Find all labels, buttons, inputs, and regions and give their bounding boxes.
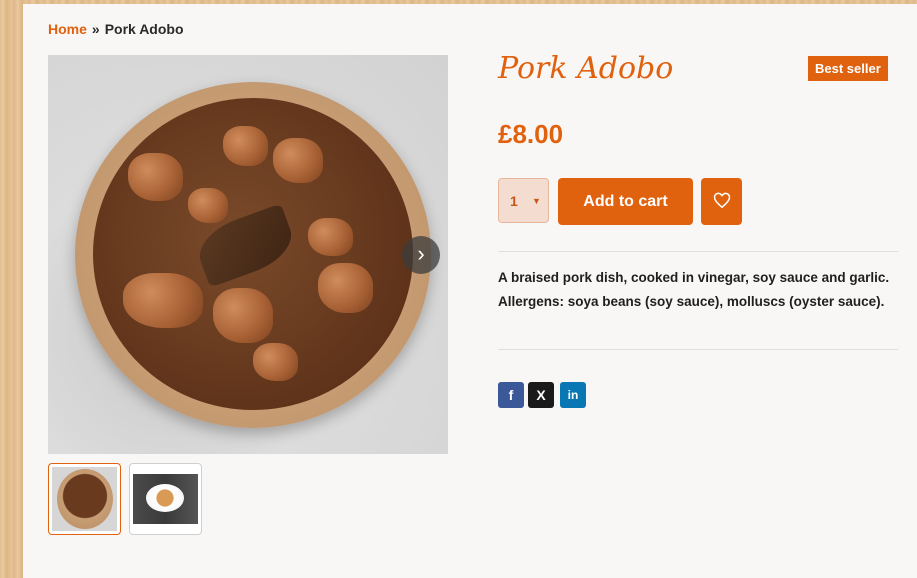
divider [498, 251, 898, 252]
product-price: £8.00 [498, 119, 564, 149]
product-main-image[interactable]: › [48, 55, 448, 454]
heart-icon [713, 192, 730, 209]
thumbnail-2[interactable] [129, 463, 202, 535]
add-to-cart-button[interactable]: Add to cart [558, 178, 693, 225]
caret-down-icon: ▼ [532, 196, 541, 206]
breadcrumb-current: Pork Adobo [104, 21, 184, 37]
breadcrumb-separator: » [91, 21, 100, 37]
product-title: Pork Adobo [498, 51, 674, 86]
breadcrumb: Home» Pork Adobo [48, 21, 184, 37]
breadcrumb-home-link[interactable]: Home [48, 21, 87, 37]
thumbnail-1[interactable] [48, 463, 121, 535]
next-image-button[interactable]: › [402, 236, 440, 274]
product-panel: Home» Pork Adobo › Pork Adobo Best seller… [23, 4, 917, 578]
best-seller-badge: Best seller [808, 56, 888, 81]
divider [498, 349, 898, 350]
wishlist-button[interactable] [701, 178, 742, 225]
linkedin-share-icon[interactable]: in [560, 382, 586, 408]
quantity-select[interactable]: 1 ▼ [498, 178, 549, 223]
product-description: A braised pork dish, cooked in vinegar, … [498, 270, 890, 309]
x-share-icon[interactable]: X [528, 382, 554, 408]
bowl-illustration [75, 82, 431, 428]
quantity-value: 1 [510, 193, 518, 209]
facebook-share-icon[interactable]: f [498, 382, 524, 408]
